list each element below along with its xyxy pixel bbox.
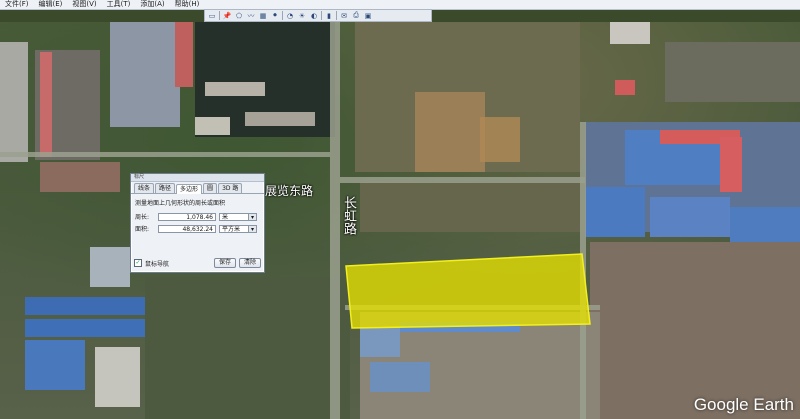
map-building (95, 347, 140, 407)
ruler-icon[interactable]: ◐ (309, 11, 319, 20)
chevron-down-icon[interactable]: ▾ (248, 225, 256, 233)
sun-icon[interactable]: ◔ (285, 11, 295, 20)
google-earth-watermark: Google Earth (693, 395, 794, 414)
menu-add[interactable]: 添加(A) (135, 0, 169, 9)
toolbar-separator (219, 11, 220, 20)
measured-polygon-shape[interactable] (345, 253, 591, 329)
dialog-description: 测量地面上几何形状的周长或面积 (135, 200, 226, 207)
map-village (590, 242, 800, 419)
satellite-map[interactable] (0, 22, 800, 419)
map-building (205, 82, 265, 96)
map-building (195, 117, 230, 135)
map-building (25, 340, 85, 390)
menu-file[interactable]: 文件(F) (0, 0, 34, 9)
menu-edit[interactable]: 编辑(E) (34, 0, 68, 9)
record-tour-icon[interactable]: ▦ (258, 11, 268, 20)
map-building (90, 247, 130, 287)
tab-line[interactable]: 线条 (134, 183, 155, 193)
map-building (25, 297, 145, 315)
map-building (720, 137, 742, 192)
tab-polygon[interactable]: 多边形 (176, 184, 203, 194)
map-building (0, 42, 28, 162)
map-building (610, 22, 650, 44)
map-building (650, 197, 730, 237)
polygon-icon[interactable]: 📌 (222, 11, 232, 20)
clear-button[interactable]: 清除 (238, 258, 261, 268)
area-label: 面积: (135, 226, 150, 233)
area-value: 48,632.24 (158, 224, 216, 233)
tab-circle[interactable]: 圆 (203, 183, 218, 193)
map-road (0, 152, 330, 157)
map-building (370, 362, 430, 392)
perimeter-unit-select[interactable]: 米 ▾ (219, 212, 257, 221)
email-icon[interactable]: ▮ (324, 11, 334, 20)
toolbar-separator (282, 11, 283, 20)
map-building (245, 112, 315, 126)
dialog-title: 标尺 (131, 174, 264, 182)
dialog-tabs: 线条 路径 多边形 圆 3D 路 (131, 182, 264, 194)
dialog-footer: ✓ 鼠标导航 保存 清除 (134, 258, 261, 268)
ruler-dialog: 标尺 线条 路径 多边形 圆 3D 路 测量地面上几何形状的周长或面积 周长: … (130, 173, 265, 273)
menu-help[interactable]: 帮助(H) (170, 0, 205, 9)
toolbar-separator (321, 11, 322, 20)
map-building (585, 187, 645, 237)
map-bare-land (415, 92, 485, 172)
measured-polygon[interactable] (344, 250, 594, 330)
perimeter-unit-text: 米 (222, 213, 229, 221)
placemark-icon[interactable]: ▭ (207, 11, 217, 20)
print-icon[interactable]: ✉ (339, 11, 349, 20)
map-building (175, 22, 193, 87)
map-building (25, 319, 145, 337)
mouse-nav-checkbox[interactable]: ✓ (134, 259, 142, 267)
map-building (665, 42, 800, 102)
area-unit-select[interactable]: 平方米 ▾ (219, 224, 257, 233)
save-image-icon[interactable]: ⎙ (351, 11, 361, 20)
area-unit-text: 平方米 (222, 225, 241, 233)
maps-icon[interactable]: ▣ (363, 11, 373, 20)
toolbar-separator (336, 11, 337, 20)
tab-path[interactable]: 路径 (155, 183, 176, 193)
menu-tools[interactable]: 工具(T) (102, 0, 136, 9)
perimeter-value: 1,078.46 (158, 212, 216, 221)
map-road (340, 177, 585, 183)
road-label-east: 展览东路 (265, 184, 314, 198)
main-toolbar: ▭ 📌 ⬠ 〰 ▦ ⏺ ◔ ☀ ◐ ▮ ✉ ⎙ ▣ (204, 9, 432, 22)
map-building (110, 22, 180, 127)
map-bare-land (360, 182, 585, 232)
tab-3d-path[interactable]: 3D 路 (218, 183, 243, 193)
map-building (40, 52, 52, 157)
mouse-nav-label: 鼠标导航 (145, 260, 170, 268)
perimeter-row: 周长: 1,078.46 米 ▾ (131, 209, 264, 221)
map-bare-land (480, 117, 520, 162)
map-building (360, 327, 400, 357)
perimeter-label: 周长: (135, 214, 150, 221)
save-button[interactable]: 保存 (213, 258, 236, 268)
menu-view[interactable]: 视图(V) (67, 0, 101, 9)
planets-icon[interactable]: ☀ (297, 11, 307, 20)
map-building (40, 162, 120, 192)
map-bare-land (145, 277, 350, 419)
map-building (615, 80, 635, 95)
area-row: 面积: 48,632.24 平方米 ▾ (131, 221, 264, 233)
historical-imagery-icon[interactable]: ⏺ (270, 11, 280, 20)
chevron-down-icon[interactable]: ▾ (248, 213, 256, 221)
overlay-icon[interactable]: 〰 (246, 11, 256, 20)
road-label-vertical: 长虹路 (341, 196, 356, 235)
path-icon[interactable]: ⬠ (234, 11, 244, 20)
